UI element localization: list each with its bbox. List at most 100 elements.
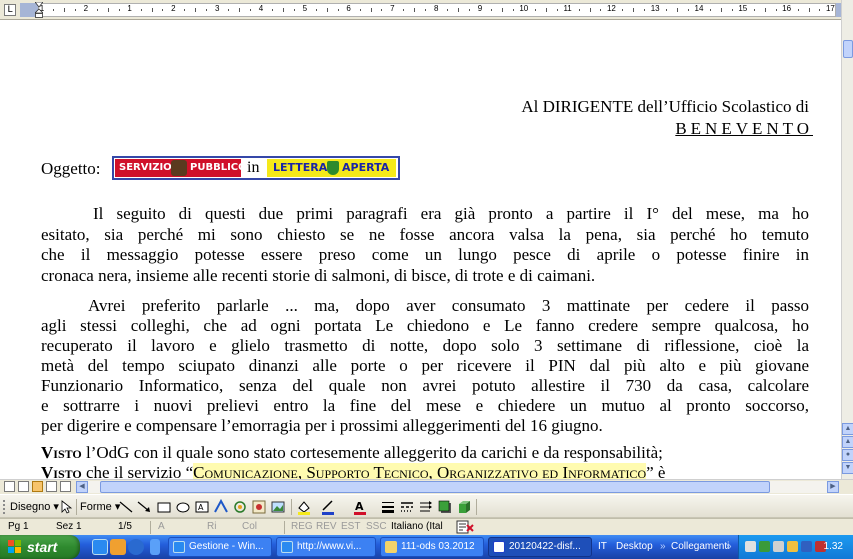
ie-icon — [281, 541, 293, 553]
ruler-tick — [359, 9, 361, 11]
scroll-left-button[interactable]: ◀ — [76, 481, 88, 493]
next-page-button[interactable]: ▼ — [842, 462, 853, 474]
insert-picture-icon[interactable] — [270, 499, 286, 515]
horizontal-ruler[interactable]: L 12123456789101112131415161718 — [0, 0, 853, 20]
outlook-quicklaunch-icon[interactable] — [110, 539, 126, 555]
status-reg[interactable]: REG — [291, 519, 313, 535]
desktop-toolbar[interactable]: Desktop — [616, 535, 653, 559]
visto-keyword-2: Visto — [41, 463, 82, 479]
ruler-number: 14 — [694, 4, 704, 13]
ruler-tick — [512, 9, 514, 11]
spelling-check-icon[interactable] — [456, 520, 474, 534]
oggetto-label: Oggetto: — [41, 159, 101, 178]
ruler-tick — [151, 8, 153, 12]
status-language[interactable]: Italiano (Ital — [391, 519, 443, 535]
ruler-tick — [720, 8, 722, 12]
quicklaunch-expand-icon[interactable] — [150, 539, 160, 555]
reading-view-button[interactable] — [60, 481, 71, 492]
vertical-scroll-thumb[interactable] — [843, 40, 853, 58]
visto-text-2b: ” è — [646, 463, 666, 479]
normal-view-button[interactable] — [4, 481, 15, 492]
status-est[interactable]: EST — [341, 519, 360, 535]
diagram-icon[interactable] — [232, 499, 248, 515]
ruler-number: 16 — [782, 4, 792, 13]
banner-text-in: in — [247, 159, 260, 176]
status-ssc[interactable]: SSC — [366, 519, 387, 535]
line-tool-icon[interactable] — [118, 499, 134, 515]
tray-app-icon[interactable] — [801, 541, 812, 552]
status-rev[interactable]: REV — [316, 519, 337, 535]
ie-quicklaunch-icon[interactable] — [92, 539, 108, 555]
start-button[interactable]: start — [0, 535, 80, 559]
ruler-tick — [633, 8, 635, 12]
taskbar-item-gestione[interactable]: Gestione - Win... — [168, 537, 272, 557]
ruler-number: 15 — [738, 4, 748, 13]
3d-style-icon[interactable] — [456, 499, 472, 515]
vertical-scrollbar[interactable]: ▲ ▲ ● ▼ — [841, 0, 853, 479]
ruler-tick — [447, 9, 449, 11]
ruler-tick — [666, 9, 668, 11]
textbox-tool-icon[interactable]: A — [194, 499, 210, 515]
tray-network-icon[interactable] — [773, 541, 784, 552]
word-document-icon — [493, 541, 505, 553]
tray-expand-icon[interactable] — [745, 541, 756, 552]
status-col: Col — [242, 521, 258, 532]
oval-tool-icon[interactable] — [175, 499, 191, 515]
rectangle-tool-icon[interactable] — [156, 499, 172, 515]
arrow-tool-icon[interactable] — [136, 499, 152, 515]
status-page: Pg 1 — [8, 521, 29, 532]
taskbar-item-word-document[interactable]: 20120422-disf... — [488, 537, 592, 557]
ruler-tick — [556, 9, 558, 11]
wordart-icon[interactable] — [213, 499, 229, 515]
outline-view-button[interactable] — [46, 481, 57, 492]
language-indicator[interactable]: IT — [598, 535, 607, 559]
ruler-tick — [140, 9, 142, 11]
scroll-right-button[interactable]: ▶ — [827, 481, 839, 493]
address-line-2: BENEVENTO — [0, 118, 809, 140]
shadow-style-icon[interactable] — [437, 499, 453, 515]
ruler-number: 9 — [477, 4, 483, 13]
taskbar-clock[interactable]: 1.32 — [824, 535, 843, 559]
clipart-icon[interactable] — [251, 499, 267, 515]
task-label: http://www.vi... — [297, 541, 362, 552]
ruler-number: 12 — [606, 4, 616, 13]
ruler-tick — [195, 8, 197, 12]
browser-quicklaunch-icon[interactable] — [128, 539, 144, 555]
prev-page-button[interactable]: ▲ — [842, 436, 853, 448]
ruler-tick — [206, 9, 208, 11]
taskbar-item-http[interactable]: http://www.vi... — [276, 537, 376, 557]
scroll-up-button[interactable]: ▲ — [842, 423, 853, 435]
ruler-tick — [469, 9, 471, 11]
toolbar-chevron-icon[interactable]: » — [660, 535, 666, 559]
horizontal-scroll-thumb[interactable] — [100, 481, 770, 493]
toolbar-grip[interactable] — [3, 500, 6, 514]
banner-red-block: SERVIZIO PUBBLICO — [115, 159, 247, 177]
ruler-tick — [578, 9, 580, 11]
address-city: BENEVENTO — [675, 119, 813, 138]
browse-object-button[interactable]: ● — [842, 449, 853, 461]
ruler-tick — [74, 9, 76, 11]
fill-color-icon[interactable] — [296, 499, 312, 515]
folder-icon — [385, 541, 397, 553]
banner-yellow-block: LETTERA APERTA — [267, 159, 396, 177]
toolbar-chevron-icon[interactable]: » — [726, 535, 732, 559]
line-style-icon[interactable] — [380, 499, 396, 515]
select-objects-icon[interactable] — [58, 499, 74, 515]
tray-security-icon[interactable] — [759, 541, 770, 552]
ruler-tick — [753, 9, 755, 11]
tab-selector-button[interactable]: L — [4, 4, 16, 16]
document-page[interactable]: Al DIRIGENTE dell’Ufficio Scolastico di … — [0, 20, 841, 479]
links-toolbar[interactable]: Collegamenti — [671, 535, 729, 559]
line-color-icon[interactable] — [320, 499, 336, 515]
arrow-style-icon[interactable] — [418, 499, 434, 515]
dash-style-icon[interactable] — [399, 499, 415, 515]
ruler-tick — [250, 9, 252, 11]
ruler-tick — [819, 9, 821, 11]
print-layout-view-button[interactable] — [32, 481, 43, 492]
forme-menu[interactable]: Forme ▾ — [80, 500, 120, 514]
taskbar-item-folder[interactable]: 111-ods 03.2012 — [380, 537, 484, 557]
disegno-menu[interactable]: Disegno ▾ — [10, 500, 59, 514]
font-color-icon[interactable]: A — [352, 499, 368, 515]
tray-volume-icon[interactable] — [787, 541, 798, 552]
web-view-button[interactable] — [18, 481, 29, 492]
